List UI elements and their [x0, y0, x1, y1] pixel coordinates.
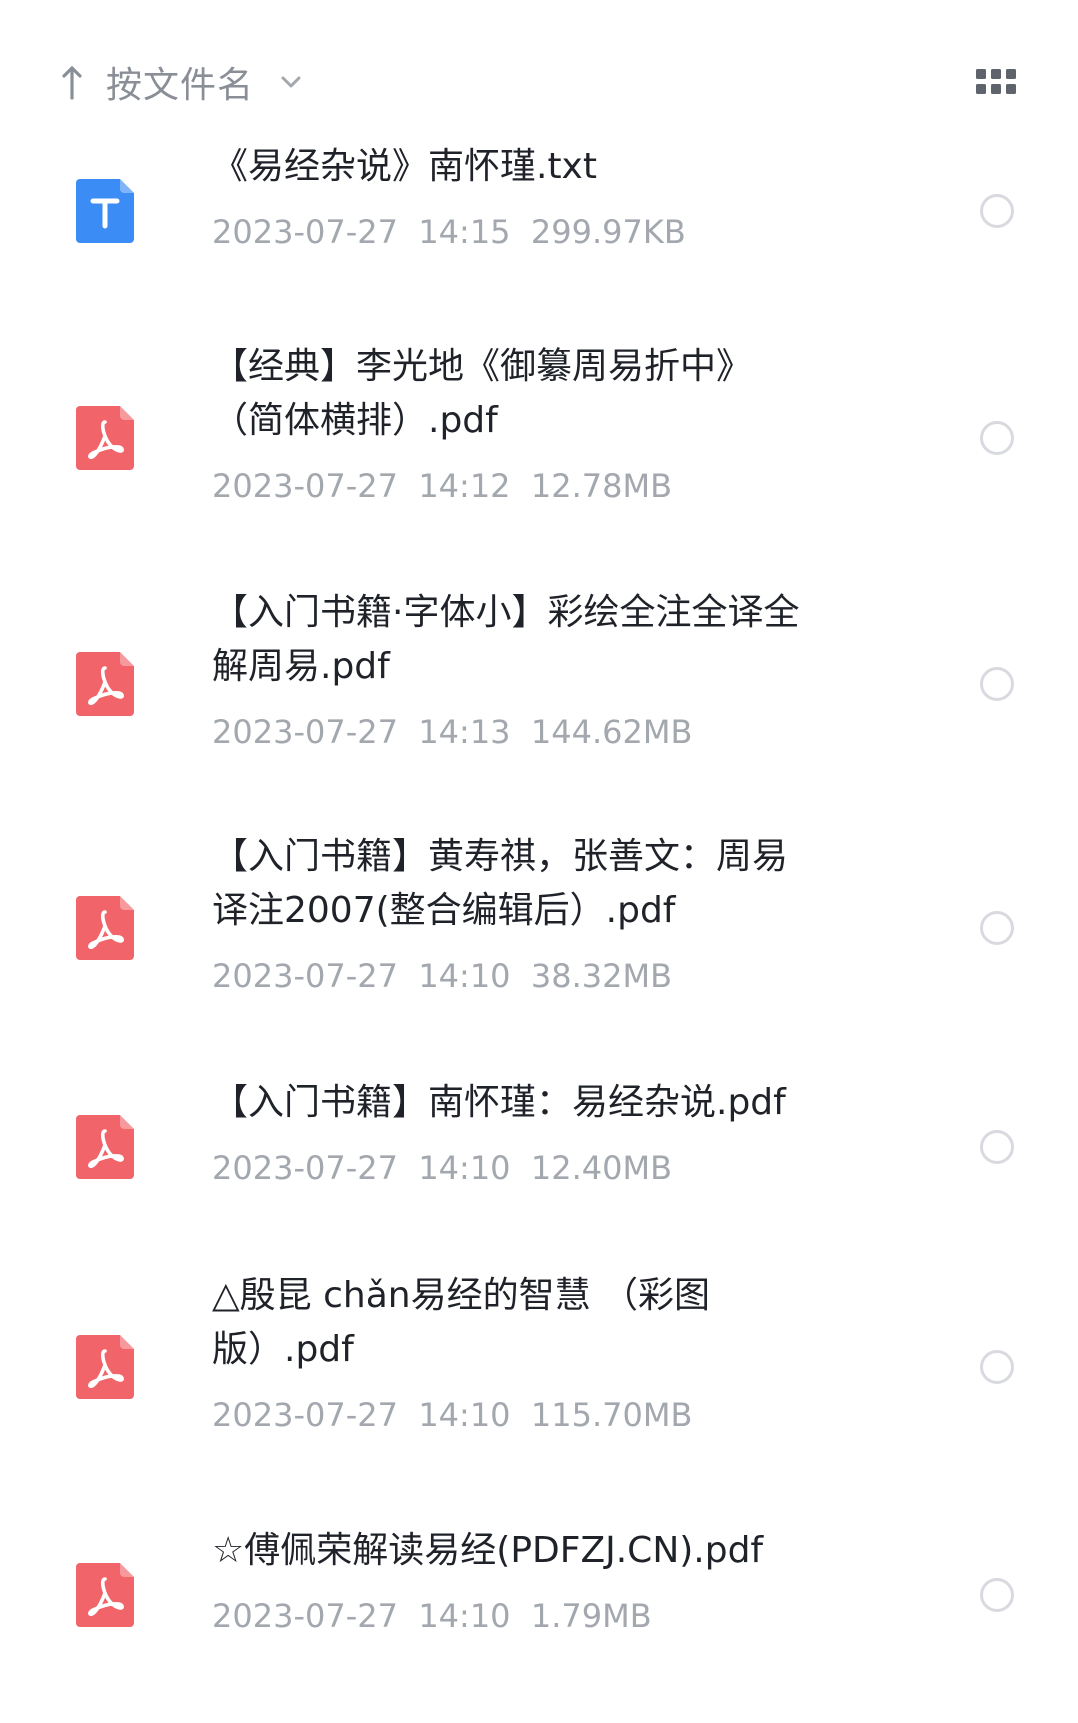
file-browser: 按文件名 《易经杂说》南怀瑾.txt 2023-07-27 14:15 299.…	[0, 0, 1078, 1723]
file-text: 【入门书籍·字体小】彩绘全注全译全 解周易.pdf 2023-07-27 14:…	[212, 586, 912, 754]
file-list-item[interactable]: ☆傅佩荣解读易经(PDFZJ.CN).pdf 2023-07-27 14:10 …	[0, 1524, 1078, 1666]
file-meta: 2023-07-27 14:10 115.70MB	[212, 1396, 693, 1434]
pdf-file-icon	[76, 1115, 134, 1179]
file-list-item[interactable]: 【入门书籍·字体小】彩绘全注全译全 解周易.pdf 2023-07-27 14:…	[0, 586, 1078, 782]
file-name: 【入门书籍·字体小】彩绘全注全译全 解周易.pdf	[212, 592, 800, 687]
select-radio-button[interactable]	[980, 1578, 1014, 1612]
file-name: 【入门书籍】黄寿祺，张善文：周易 译注2007(整合编辑后）.pdf	[212, 836, 789, 931]
file-meta: 2023-07-27 14:10 1.79MB	[212, 1597, 652, 1635]
txt-file-icon	[76, 179, 134, 243]
file-text: ☆傅佩荣解读易经(PDFZJ.CN).pdf 2023-07-27 14:10 …	[212, 1524, 912, 1638]
select-radio-button[interactable]	[980, 1350, 1014, 1384]
file-meta: 2023-07-27 14:10 38.32MB	[212, 957, 673, 995]
select-radio-button[interactable]	[980, 194, 1014, 228]
select-radio-button[interactable]	[980, 421, 1014, 455]
pdf-file-icon	[76, 652, 134, 716]
select-radio-button[interactable]	[980, 1130, 1014, 1164]
file-name: 《易经杂说》南怀瑾.txt	[212, 146, 597, 187]
select-radio-button[interactable]	[980, 667, 1014, 701]
file-list-item[interactable]: 《易经杂说》南怀瑾.txt 2023-07-27 14:15 299.97KB	[0, 140, 1078, 282]
file-meta: 2023-07-27 14:13 144.62MB	[212, 713, 693, 751]
file-meta: 2023-07-27 14:10 12.40MB	[212, 1149, 673, 1187]
file-text: 【入门书籍】黄寿祺，张善文：周易 译注2007(整合编辑后）.pdf 2023-…	[212, 830, 912, 998]
file-text: 《易经杂说》南怀瑾.txt 2023-07-27 14:15 299.97KB	[212, 140, 912, 254]
file-name: △殷昆 chǎn易经的智慧 （彩图 版）.pdf	[212, 1275, 711, 1370]
sort-bar: 按文件名	[0, 0, 1078, 160]
file-text: 【入门书籍】南怀瑾：易经杂说.pdf 2023-07-27 14:10 12.4…	[212, 1076, 912, 1190]
pdf-file-icon	[76, 896, 134, 960]
file-list-item[interactable]: △殷昆 chǎn易经的智慧 （彩图 版）.pdf 2023-07-27 14:1…	[0, 1269, 1078, 1465]
sort-by-name-button[interactable]: 按文件名	[58, 56, 306, 108]
file-text: △殷昆 chǎn易经的智慧 （彩图 版）.pdf 2023-07-27 14:1…	[212, 1269, 912, 1437]
pdf-file-icon	[76, 1563, 134, 1627]
chevron-down-icon	[276, 67, 306, 97]
file-list-item[interactable]: 【入门书籍】南怀瑾：易经杂说.pdf 2023-07-27 14:10 12.4…	[0, 1076, 1078, 1218]
sort-label: 按文件名	[106, 65, 255, 106]
file-name: ☆傅佩荣解读易经(PDFZJ.CN).pdf	[212, 1530, 764, 1571]
pdf-file-icon	[76, 1335, 134, 1399]
file-list-item[interactable]: 【入门书籍】黄寿祺，张善文：周易 译注2007(整合编辑后）.pdf 2023-…	[0, 830, 1078, 1026]
file-text: 【经典】李光地《御纂周易折中》 （简体横排）.pdf 2023-07-27 14…	[212, 340, 912, 508]
arrow-up-icon	[58, 62, 86, 102]
file-list-item[interactable]: 【经典】李光地《御纂周易折中》 （简体横排）.pdf 2023-07-27 14…	[0, 340, 1078, 536]
select-radio-button[interactable]	[980, 911, 1014, 945]
file-meta: 2023-07-27 14:15 299.97KB	[212, 213, 686, 251]
file-meta: 2023-07-27 14:12 12.78MB	[212, 467, 673, 505]
grid-view-toggle-button[interactable]	[974, 66, 1018, 98]
file-name: 【入门书籍】南怀瑾：易经杂说.pdf	[212, 1082, 786, 1123]
file-name: 【经典】李光地《御纂周易折中》 （简体横排）.pdf	[212, 346, 753, 441]
grid-view-icon	[976, 69, 1016, 94]
pdf-file-icon	[76, 406, 134, 470]
